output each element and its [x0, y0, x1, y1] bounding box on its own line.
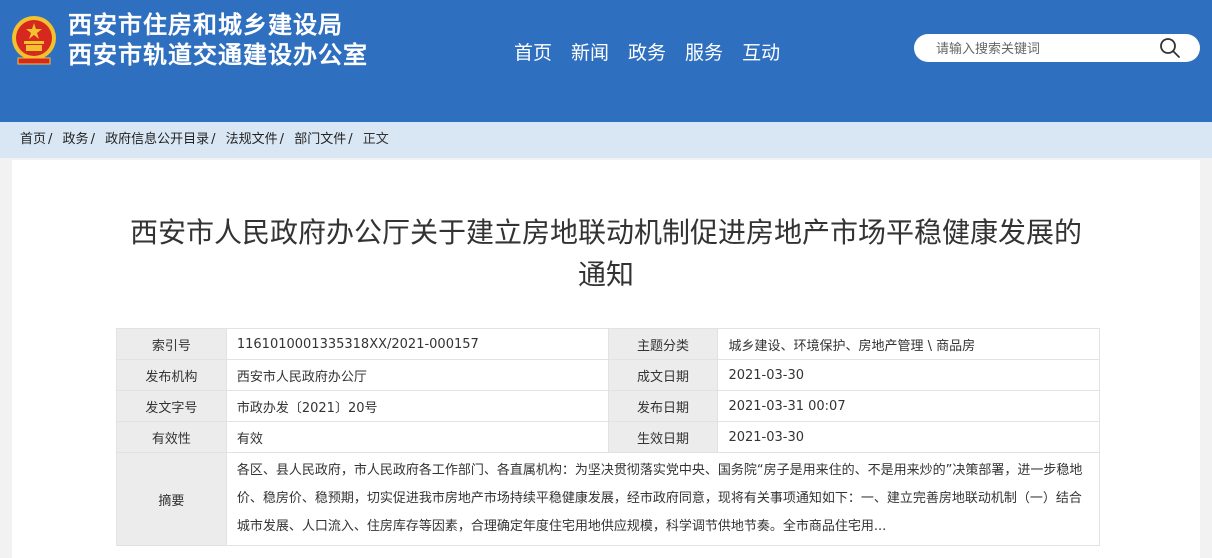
- document-number-value: 市政办发〔2021〕20号: [225, 390, 609, 422]
- nav-services[interactable]: 服务: [685, 38, 723, 65]
- table-row: 有效性 有效 生效日期 2021-03-30: [116, 421, 1100, 453]
- breadcrumb-separator: /: [48, 132, 53, 147]
- effective-date-value: 2021-03-30: [717, 421, 1100, 453]
- site-title-line2: 西安市轨道交通建设办公室: [68, 41, 368, 69]
- effective-date-label: 生效日期: [607, 421, 719, 453]
- breadcrumb-home[interactable]: 首页: [20, 132, 46, 147]
- issuer-label: 发布机构: [116, 359, 227, 391]
- published-date-value: 2021-03-31 00:07: [717, 390, 1100, 422]
- breadcrumb-separator: /: [279, 132, 285, 147]
- search-icon[interactable]: [1158, 36, 1182, 60]
- issuer-value: 西安市人民政府办公厅: [225, 359, 609, 391]
- national-emblem-icon: [12, 16, 56, 65]
- site-title-line1: 西安市住房和城乡建设局: [68, 11, 343, 39]
- table-row: 索引号 1161010001335318XX/2021-000157 主题分类 …: [116, 328, 1100, 360]
- document-title-line1: 西安市人民政府办公厅关于建立房地联动机制促进房地产市场平稳健康发展的: [129, 216, 1082, 249]
- nav-affairs[interactable]: 政务: [628, 38, 666, 65]
- breadcrumb-separator: /: [90, 132, 95, 147]
- table-row: 发文字号 市政办发〔2021〕20号 发布日期 2021-03-31 00:07: [116, 390, 1100, 422]
- search-input[interactable]: [934, 38, 1158, 60]
- nav-news[interactable]: 新闻: [571, 38, 609, 65]
- document-title: 西安市人民政府办公厅关于建立房地联动机制促进房地产市场平稳健康发展的 通知: [12, 212, 1200, 296]
- nav-interaction[interactable]: 互动: [742, 38, 780, 65]
- site-header: 西安市住房和城乡建设局 西安市轨道交通建设办公室 首页 新闻 政务 服务 互动: [0, 0, 1212, 122]
- breadcrumb-regulations[interactable]: 法规文件: [226, 132, 278, 147]
- validity-value: 有效: [225, 421, 609, 453]
- site-title: 西安市住房和城乡建设局 西安市轨道交通建设办公室: [68, 10, 368, 70]
- created-date-label: 成文日期: [607, 359, 719, 391]
- breadcrumb-separator: /: [348, 132, 353, 147]
- topic-value: 城乡建设、环境保护、房地产管理 \ 商品房: [717, 328, 1100, 360]
- table-row: 发布机构 西安市人民政府办公厅 成文日期 2021-03-30: [116, 359, 1100, 391]
- breadcrumb-affairs[interactable]: 政务: [63, 132, 89, 147]
- topic-label: 主题分类: [607, 328, 719, 360]
- nav-home[interactable]: 首页: [514, 38, 552, 65]
- document-panel: 西安市人民政府办公厅关于建立房地联动机制促进房地产市场平稳健康发展的 通知 索引…: [12, 160, 1200, 558]
- breadcrumb-department-docs[interactable]: 部门文件: [294, 132, 346, 147]
- breadcrumb-disclosure-catalog[interactable]: 政府信息公开目录: [105, 132, 209, 147]
- document-number-label: 发文字号: [116, 390, 227, 422]
- document-title-line2: 通知: [577, 258, 634, 291]
- validity-label: 有效性: [116, 421, 227, 453]
- breadcrumb-separator: /: [211, 132, 216, 147]
- published-date-label: 发布日期: [607, 390, 719, 422]
- table-row: 摘要 各区、县人民政府，市人民政府各工作部门、各直属机构：为坚决贯彻落实党中央、…: [116, 452, 1101, 546]
- main-nav: 首页 新闻 政务 服务 互动: [514, 38, 780, 65]
- abstract-label: 摘要: [116, 452, 227, 546]
- created-date-value: 2021-03-30: [717, 359, 1100, 391]
- index-number-label: 索引号: [116, 328, 227, 360]
- breadcrumb: 首页 / 政务 / 政府信息公开目录 / 法规文件 / 部门文件 / 正文: [0, 122, 1212, 158]
- search-box: [914, 34, 1200, 62]
- index-number-value: 1161010001335318XX/2021-000157: [225, 328, 609, 360]
- breadcrumb-current: 正文: [362, 132, 389, 147]
- abstract-value: 各区、县人民政府，市人民政府各工作部门、各直属机构：为坚决贯彻落实党中央、国务院…: [225, 452, 1101, 546]
- document-metadata-table: 索引号 1161010001335318XX/2021-000157 主题分类 …: [116, 328, 1101, 546]
